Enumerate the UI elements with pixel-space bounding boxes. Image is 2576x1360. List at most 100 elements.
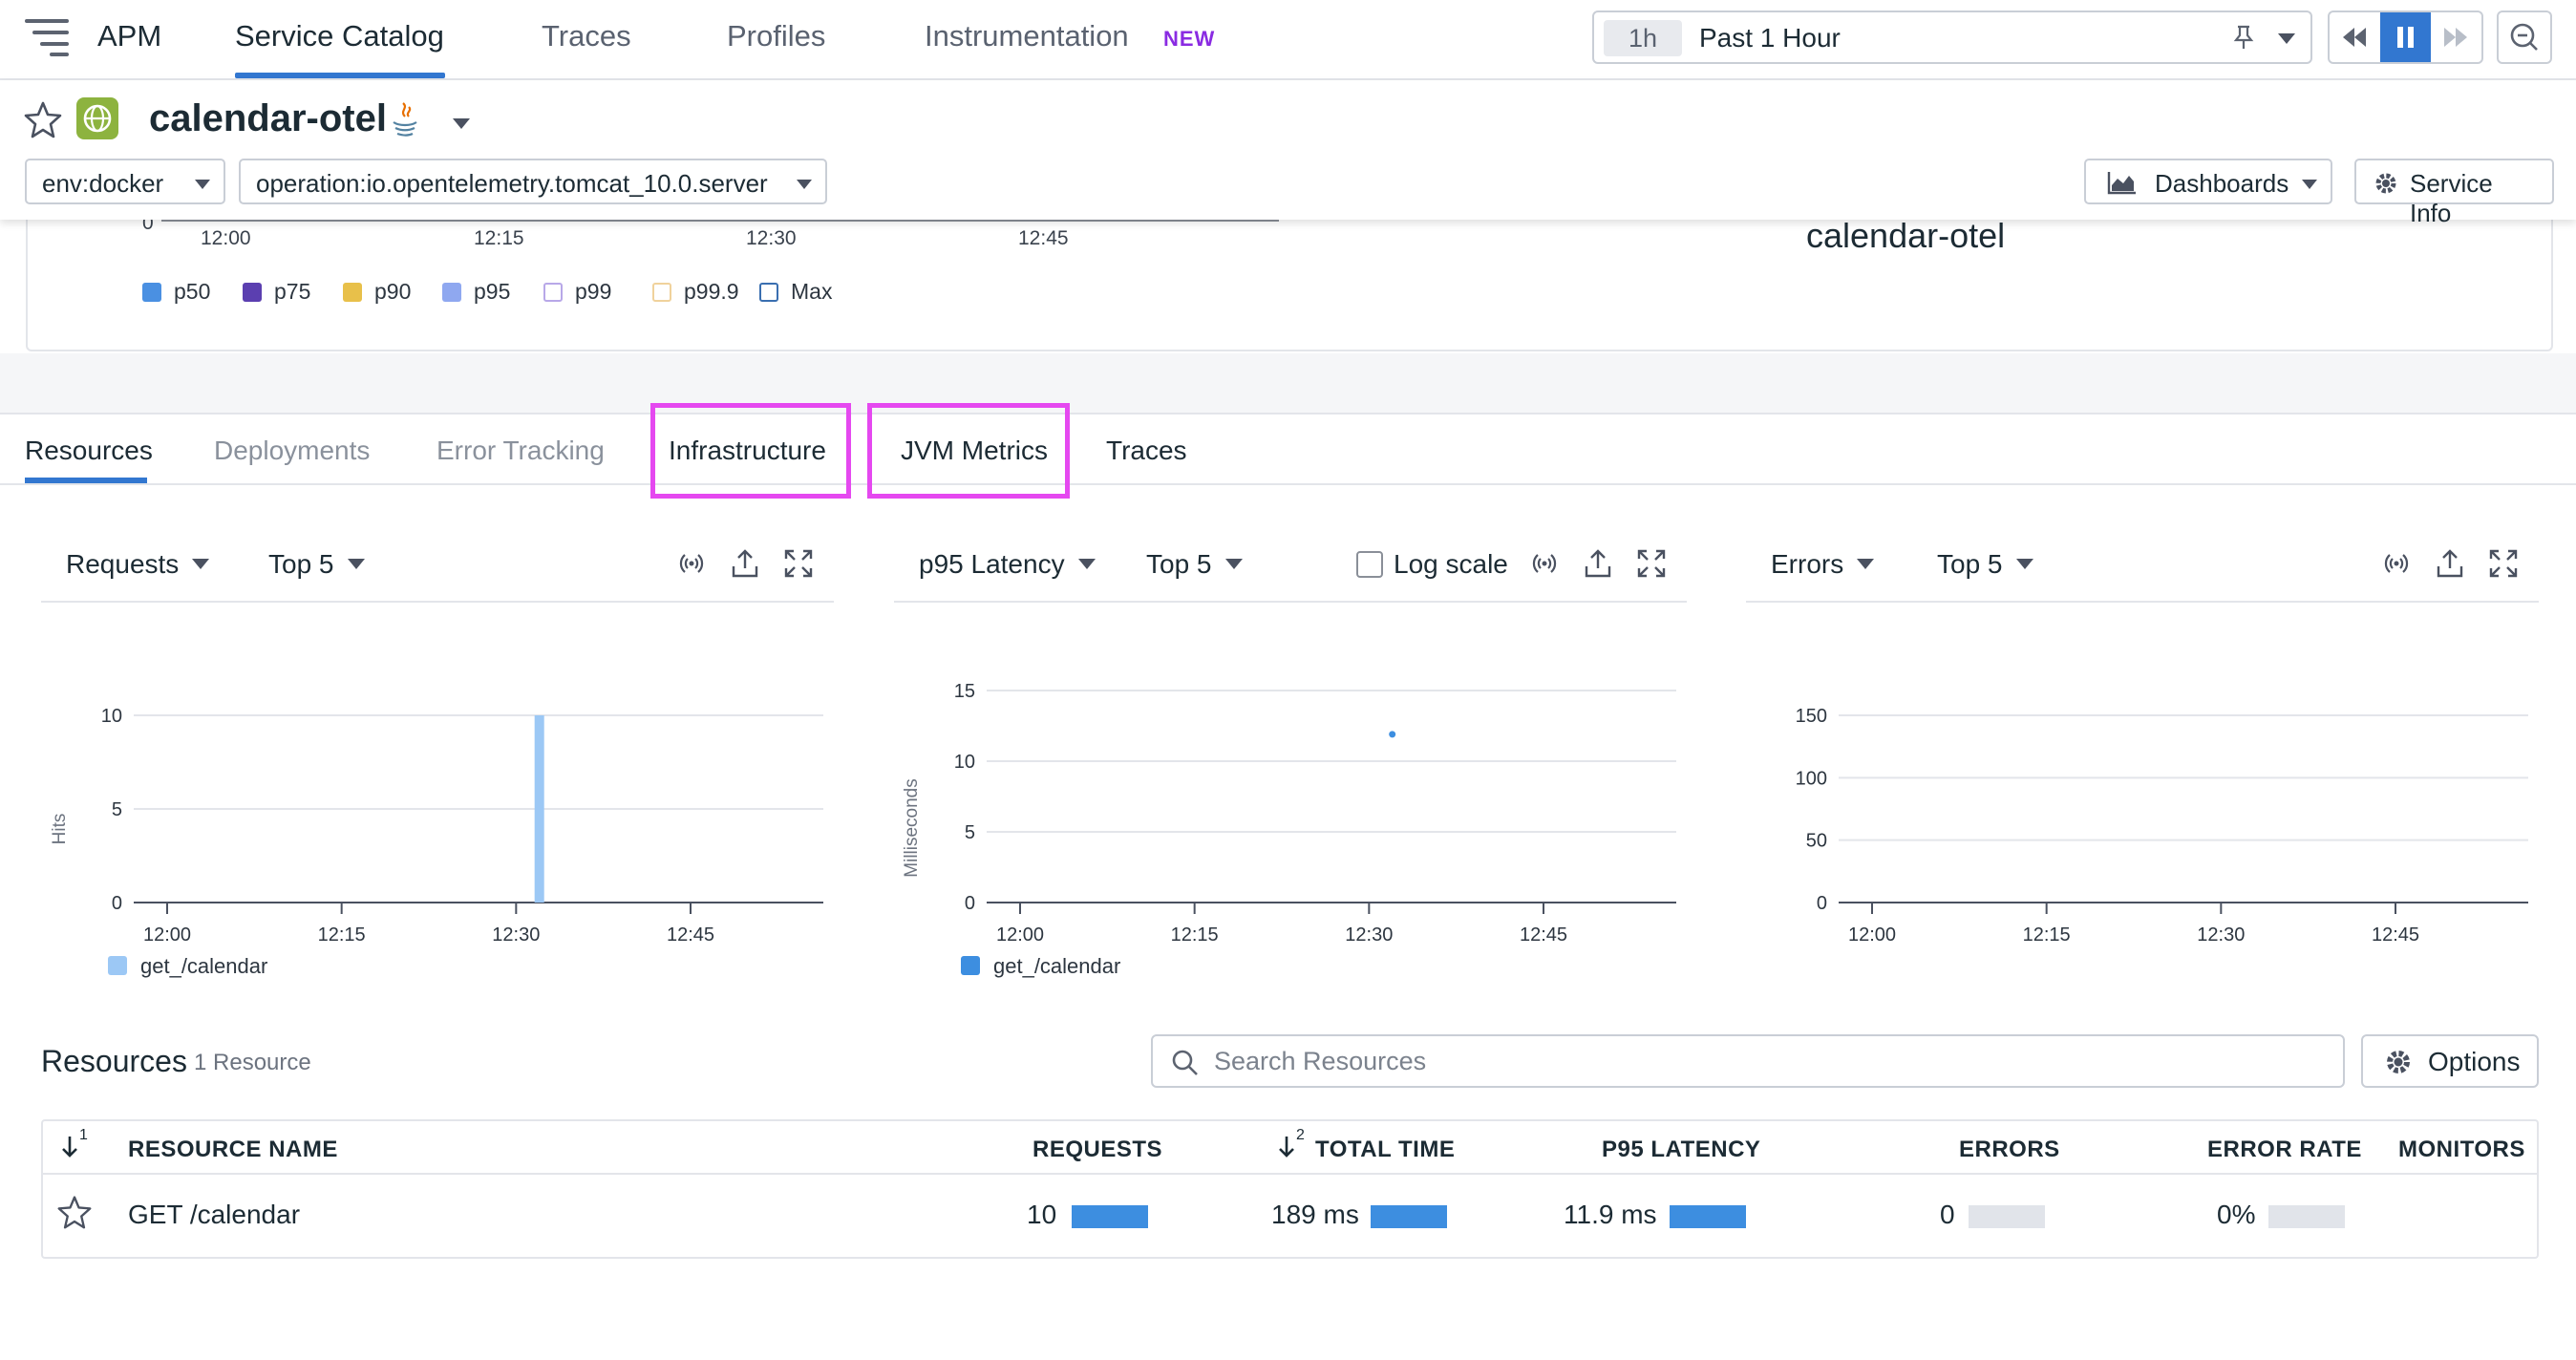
y-tick-label: 5 (112, 799, 122, 820)
col-resource-name[interactable]: RESOURCE NAME (128, 1137, 338, 1163)
legend-label[interactable]: p99.9 (684, 279, 739, 305)
x-tick-label: 12:00 (143, 924, 191, 946)
legend-label[interactable]: p99 (575, 279, 611, 305)
menu-icon[interactable] (25, 17, 69, 56)
col-error-rate[interactable]: ERROR RATE (2207, 1137, 2362, 1163)
legend-label[interactable]: p50 (174, 279, 210, 305)
nav-profiles[interactable]: Profiles (727, 19, 825, 53)
requests-chart: 0 5 10 12:00 12:15 12:30 12:45 Hits get_/calenda… (50, 706, 823, 978)
legend-label[interactable]: Max (791, 279, 832, 305)
legend-swatch[interactable] (543, 283, 563, 302)
section-divider (0, 353, 2576, 414)
nav-traces[interactable]: Traces (542, 19, 631, 53)
legend-label: get_/calendar (993, 954, 1120, 978)
service-switcher-chevron-icon[interactable] (453, 118, 470, 129)
rewind-button[interactable] (2330, 12, 2380, 62)
operation-filter-value: operation:io.opentelemetry.tomcat_10.0.s… (256, 169, 768, 198)
panel-header: Errors Top 5 (1746, 521, 2539, 603)
chevron-down-icon (1857, 559, 1875, 570)
error-rate-value: 0% (2217, 1200, 2256, 1229)
chevron-down-icon (1077, 559, 1096, 570)
bar-mark (534, 715, 544, 903)
legend-label[interactable]: p90 (374, 279, 411, 305)
resource-name[interactable]: GET /calendar (128, 1200, 300, 1230)
live-icon[interactable] (675, 547, 708, 580)
chevron-down-icon (797, 180, 812, 189)
expand-icon[interactable] (782, 547, 815, 580)
pause-button[interactable] (2380, 12, 2431, 62)
pin-icon[interactable] (2230, 24, 2257, 51)
expand-icon[interactable] (2487, 547, 2520, 580)
fast-forward-button[interactable] (2431, 12, 2481, 62)
legend-swatch (961, 956, 980, 975)
nav-apm[interactable]: APM (97, 19, 161, 53)
col-requests[interactable]: REQUESTS (1033, 1137, 1162, 1163)
latency-distribution-panel: 0 12:00 12:15 12:30 12:45 p50 p75 p90 p95 p9… (26, 212, 2553, 351)
zoom-out-button[interactable] (2497, 11, 2552, 64)
service-info-button[interactable]: Service Info (2354, 159, 2554, 227)
top-n-select[interactable]: Top 5 (268, 549, 365, 580)
legend-swatch[interactable] (343, 283, 362, 302)
upper-x-tick: 12:15 (474, 227, 524, 249)
col-total-time[interactable]: TOTAL TIME (1315, 1137, 1455, 1163)
legend-label[interactable]: p95 (474, 279, 510, 305)
legend-swatch[interactable] (759, 283, 778, 302)
tab-traces[interactable]: Traces (1106, 436, 1187, 466)
log-scale-checkbox[interactable] (1356, 551, 1383, 578)
operation-filter-dropdown[interactable]: operation:io.opentelemetry.tomcat_10.0.s… (239, 159, 827, 204)
expand-icon[interactable] (1635, 547, 1668, 580)
star-icon[interactable] (23, 99, 63, 139)
col-errors[interactable]: ERRORS (1959, 1137, 2060, 1163)
live-icon[interactable] (2380, 547, 2413, 580)
metric-select[interactable]: Errors (1771, 549, 1875, 580)
tab-error-tracking[interactable]: Error Tracking (436, 436, 605, 466)
options-button[interactable]: Options (2361, 1034, 2539, 1088)
tab-resources[interactable]: Resources (25, 436, 153, 466)
metric-select-label: Requests (66, 549, 180, 579)
dashboards-button[interactable]: Dashboards (2084, 159, 2332, 204)
rewind-icon (2343, 28, 2366, 47)
panel-header: Requests Top 5 (41, 521, 834, 603)
search-input[interactable] (1214, 1044, 2322, 1078)
sort-order: 1 (79, 1127, 89, 1143)
legend-swatch[interactable] (243, 283, 262, 302)
requests-bar (1072, 1205, 1148, 1228)
legend-swatch[interactable] (442, 283, 461, 302)
upper-x-axis (161, 220, 1279, 222)
env-filter-dropdown[interactable]: env:docker (25, 159, 225, 204)
nav-instrumentation[interactable]: Instrumentation (925, 19, 1129, 53)
legend-swatch[interactable] (652, 283, 671, 302)
gear-icon (2387, 1051, 2410, 1073)
tab-deployments[interactable]: Deployments (214, 436, 370, 466)
time-range-picker[interactable]: 1h Past 1 Hour (1592, 11, 2312, 64)
gear-icon (2375, 173, 2396, 194)
y-axis-label: Milliseconds (902, 778, 922, 877)
search-resources[interactable] (1151, 1034, 2345, 1088)
nav-service-catalog[interactable]: Service Catalog (235, 19, 444, 53)
metric-select[interactable]: p95 Latency (919, 549, 1096, 580)
y-tick-label: 10 (954, 752, 975, 773)
col-monitors[interactable]: MONITORS (2398, 1137, 2525, 1163)
metric-select-label: p95 Latency (919, 549, 1065, 579)
chevron-down-icon[interactable] (2278, 33, 2295, 44)
total-time-bar (1371, 1205, 1447, 1228)
resources-table: 1 RESOURCE NAME REQUESTS 2 TOTAL TIME P9… (41, 1119, 2539, 1259)
legend-swatch[interactable] (142, 283, 161, 302)
export-icon[interactable] (1582, 547, 1614, 580)
live-icon[interactable] (1528, 547, 1561, 580)
top-n-select[interactable]: Top 5 (1146, 549, 1243, 580)
globe-icon (83, 104, 112, 133)
export-icon[interactable] (2434, 547, 2466, 580)
errors-value: 0 (1940, 1200, 1955, 1229)
top-n-label: Top 5 (1146, 549, 1212, 579)
export-icon[interactable] (729, 547, 761, 580)
top-n-select[interactable]: Top 5 (1937, 549, 2033, 580)
legend-label[interactable]: p75 (274, 279, 310, 305)
y-tick-label: 150 (1796, 706, 1827, 727)
metric-select[interactable]: Requests (66, 549, 210, 580)
java-icon (393, 102, 417, 137)
service-info-label: Service Info (2410, 169, 2493, 227)
col-p95-latency[interactable]: P95 LATENCY (1602, 1137, 1760, 1163)
star-icon[interactable] (56, 1194, 93, 1230)
errors-panel: Errors Top 5 0 50 100 150 12:00 12:15 12:30 12:… (1746, 521, 2539, 998)
